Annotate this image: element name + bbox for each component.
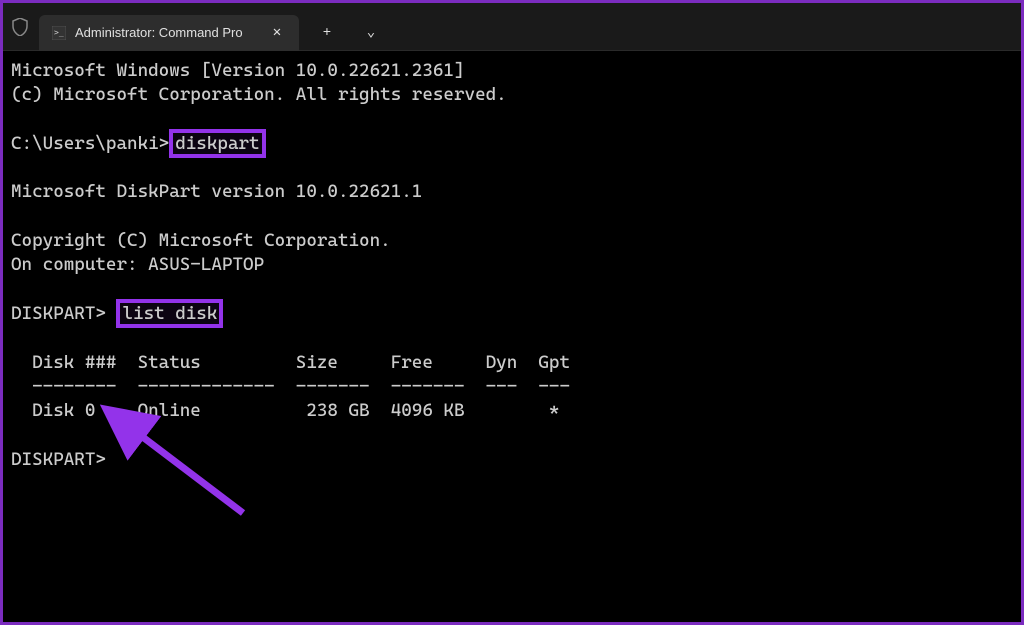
tab-close-button[interactable]: ✕ xyxy=(267,23,287,43)
cmd-icon: >_ xyxy=(51,25,67,41)
windows-version-line: Microsoft Windows [Version 10.0.22621.23… xyxy=(11,60,465,81)
table-row: Disk 0 Online 238 GB 4096 KB * xyxy=(11,400,559,421)
tab-actions: + ⌄ xyxy=(307,15,391,51)
copyright-line: (c) Microsoft Corporation. All rights re… xyxy=(11,84,507,105)
svg-text:>_: >_ xyxy=(54,28,64,37)
tab-title: Administrator: Command Pro xyxy=(75,25,267,40)
new-tab-button[interactable]: + xyxy=(307,15,347,51)
command-list-disk: list disk xyxy=(116,299,223,328)
command-diskpart: diskpart xyxy=(169,129,265,158)
shield-icon xyxy=(11,18,29,36)
title-bar: >_ Administrator: Command Pro ✕ + ⌄ xyxy=(3,3,1021,51)
diskpart-prompt: DISKPART> xyxy=(11,303,116,324)
diskpart-prompt-empty: DISKPART> xyxy=(11,449,106,470)
terminal-output[interactable]: Microsoft Windows [Version 10.0.22621.23… xyxy=(3,51,1021,480)
tab-dropdown-button[interactable]: ⌄ xyxy=(351,15,391,51)
tab-active[interactable]: >_ Administrator: Command Pro ✕ xyxy=(39,15,299,51)
diskpart-version-line: Microsoft DiskPart version 10.0.22621.1 xyxy=(11,181,422,202)
table-divider: -------- ------------- ------- ------- -… xyxy=(11,376,570,397)
prompt-path: C:\Users\panki> xyxy=(11,133,169,154)
computer-name-line: On computer: ASUS-LAPTOP xyxy=(11,254,264,275)
diskpart-copyright-line: Copyright (C) Microsoft Corporation. xyxy=(11,230,391,251)
table-header: Disk ### Status Size Free Dyn Gpt xyxy=(11,352,570,373)
